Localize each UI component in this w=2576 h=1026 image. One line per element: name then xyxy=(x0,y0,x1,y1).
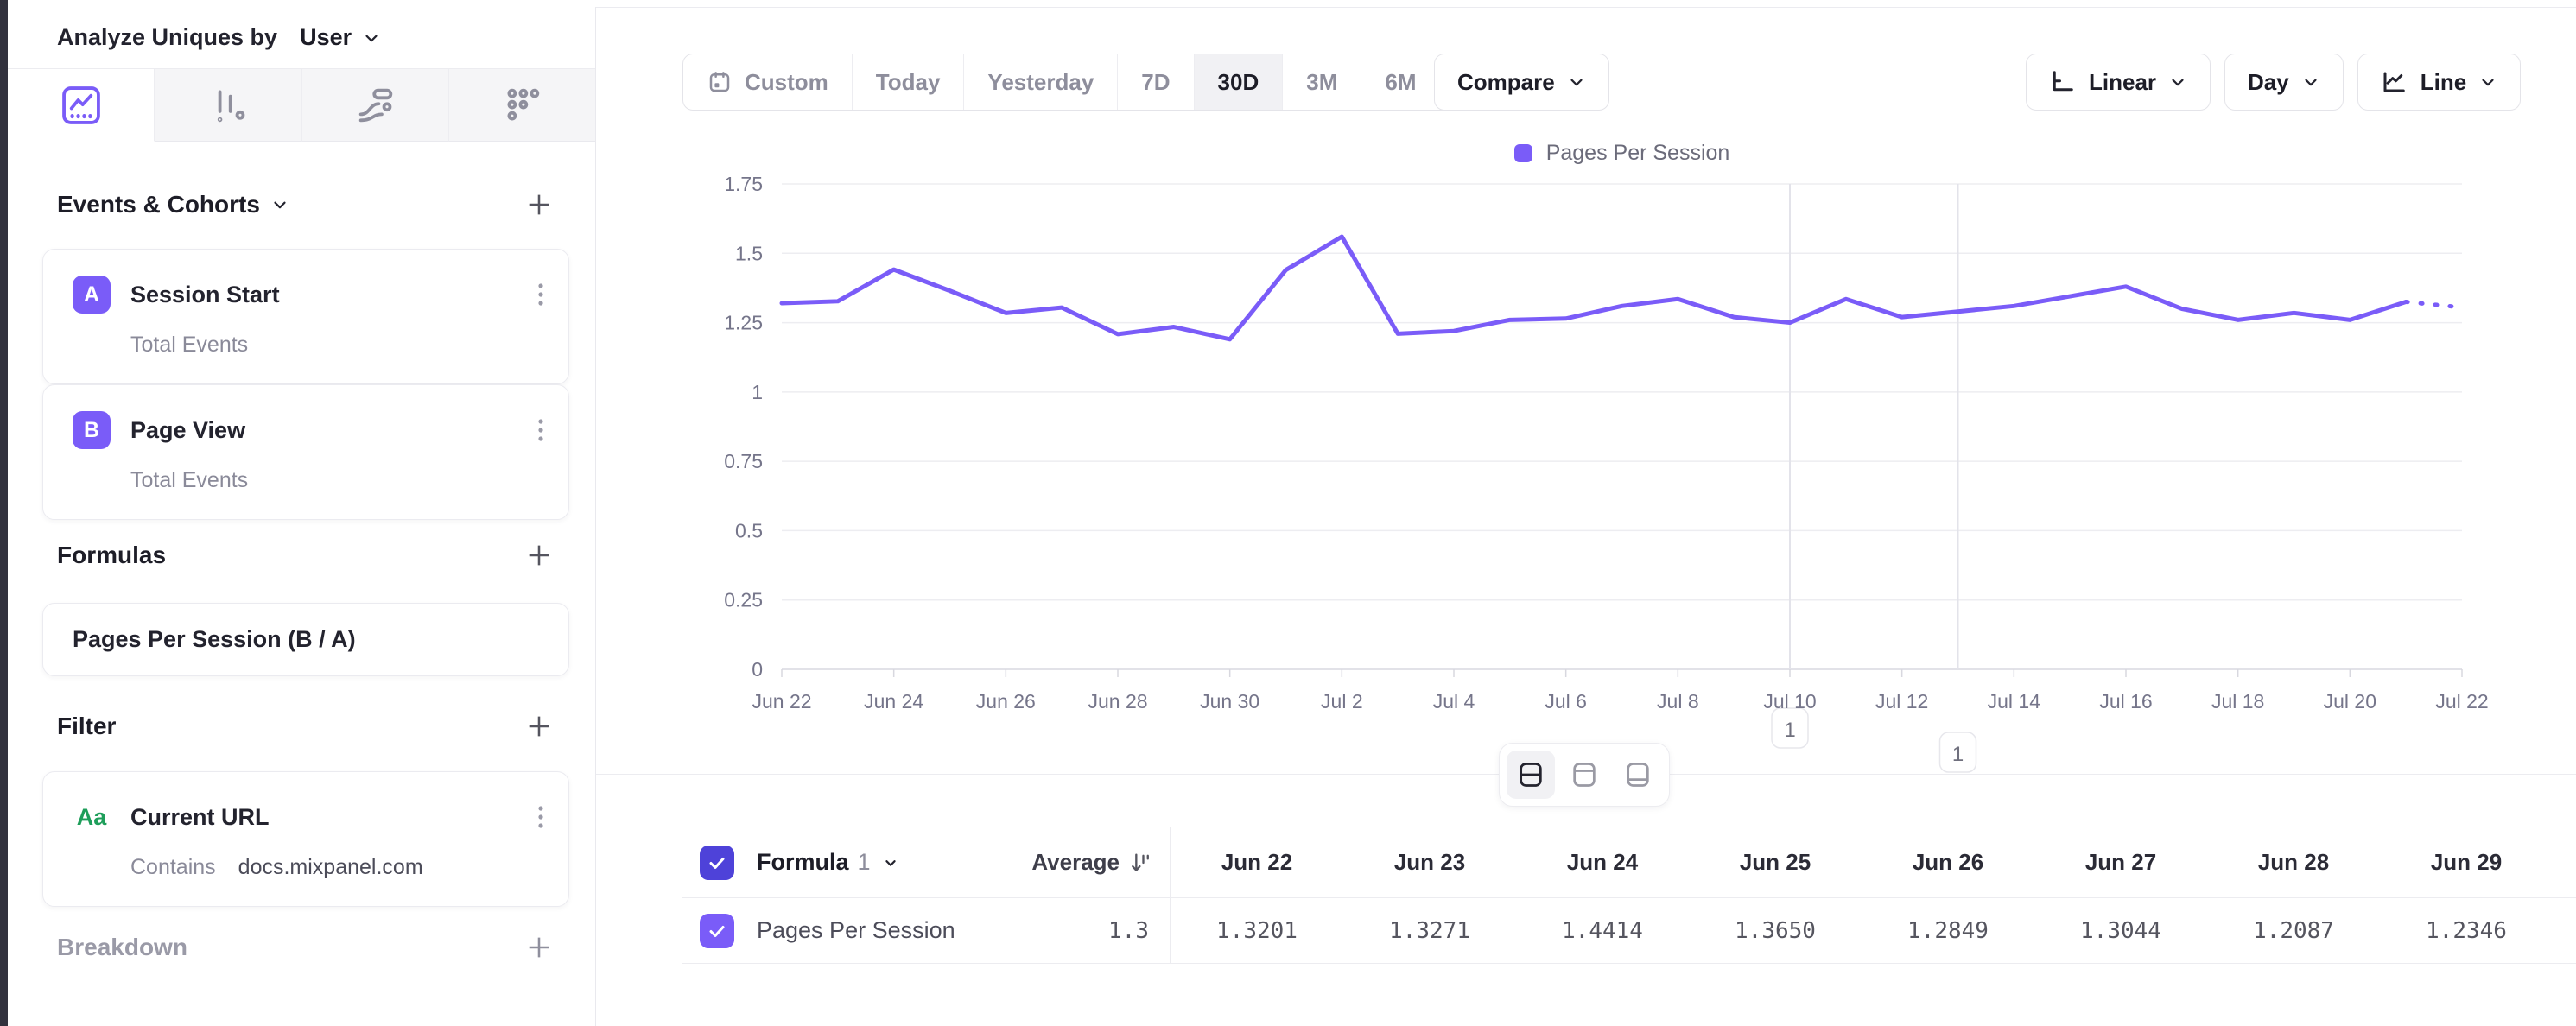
x-tick-label: Jul 22 xyxy=(2435,690,2488,712)
layout-table-only-button[interactable] xyxy=(1614,750,1662,799)
x-tick-label: Jun 22 xyxy=(752,690,811,712)
table-date-header[interactable]: Jun 27 xyxy=(2034,849,2207,876)
x-tick-label: Jun 26 xyxy=(976,690,1036,712)
x-tick-label: Jun 28 xyxy=(1088,690,1147,712)
breakdown-section-header: Breakdown xyxy=(57,933,554,962)
split-view-icon xyxy=(1516,760,1545,789)
check-icon xyxy=(707,852,727,873)
check-icon xyxy=(707,921,727,941)
breakdown-section-title: Breakdown xyxy=(57,934,187,961)
table-cell-value: 1.3650 xyxy=(1689,918,1862,944)
sort-icon xyxy=(1128,851,1152,875)
table-date-header[interactable]: Jun 26 xyxy=(1862,849,2034,876)
top-panel-icon xyxy=(1570,760,1599,789)
x-tick-label: Jul 20 xyxy=(2324,690,2376,712)
table-date-header[interactable]: Jun 25 xyxy=(1689,849,1862,876)
x-tick-label: Jul 8 xyxy=(1657,690,1699,712)
table-date-header[interactable]: Jun 23 xyxy=(1343,849,1516,876)
x-tick-label: Jul 4 xyxy=(1433,690,1475,712)
results-table: Formula1 Average Jun 22Jun 23Jun 24Jun 2… xyxy=(682,827,2576,964)
series-line-dashed xyxy=(2406,301,2462,307)
table-cell-value: 1.2849 xyxy=(1862,918,2034,944)
table-date-header[interactable]: Jun 28 xyxy=(2207,849,2380,876)
series-checkbox[interactable] xyxy=(700,914,734,948)
add-breakdown-icon[interactable] xyxy=(524,933,554,962)
layout-toggle-group xyxy=(1499,743,1670,807)
x-tick-label: Jul 18 xyxy=(2211,690,2264,712)
table-row-values: 1.32011.32711.44141.36501.28491.30441.20… xyxy=(1171,918,2576,944)
table-date-header[interactable]: Jun 29 xyxy=(2380,849,2553,876)
annotation-badge-count: 1 xyxy=(1784,719,1795,742)
table-cell-value: 1.2346 xyxy=(2380,918,2553,944)
layout-split-button[interactable] xyxy=(1507,750,1555,799)
x-tick-label: Jul 12 xyxy=(1875,690,1928,712)
mixpanel-insights-report: Analyze Uniques by User xyxy=(0,0,2576,1026)
annotation-badge-count: 1 xyxy=(1952,743,1964,766)
table-series-row: Pages Per Session 1.3 1.32011.32711.4414… xyxy=(682,898,2576,964)
x-tick-label: Jun 24 xyxy=(864,690,923,712)
table-cell-value: 1.3201 xyxy=(1171,918,1343,944)
x-tick-label: Jul 14 xyxy=(1988,690,2041,712)
table-cell-value: 1.2087 xyxy=(2207,918,2380,944)
y-tick-label: 1.5 xyxy=(735,242,763,264)
filter-value[interactable]: docs.mixpanel.com xyxy=(238,855,423,880)
x-tick-label: Jul 6 xyxy=(1545,690,1587,712)
select-all-checkbox[interactable] xyxy=(700,846,734,880)
x-tick-label: Jun 30 xyxy=(1200,690,1259,712)
average-column-header[interactable]: Average xyxy=(1031,849,1170,876)
y-tick-label: 1.75 xyxy=(724,173,763,195)
y-tick-label: 1 xyxy=(752,381,763,403)
y-tick-label: 1.25 xyxy=(724,312,763,334)
table-date-headers: Jun 22Jun 23Jun 24Jun 25Jun 26Jun 27Jun … xyxy=(1171,849,2576,876)
y-tick-label: 0 xyxy=(752,658,763,681)
y-tick-label: 0.5 xyxy=(735,519,763,542)
formula-column-header[interactable]: Formula1 xyxy=(757,849,871,876)
series-name[interactable]: Pages Per Session xyxy=(757,917,955,944)
line-chart[interactable]: 1.75 1.5 1.25 1 0.75 0.5 0.25 0 1 1 Jun 22 Jun 24 Ju… xyxy=(0,0,2576,820)
y-tick-label: 0.75 xyxy=(724,450,763,472)
filter-operator[interactable]: Contains xyxy=(130,855,216,880)
x-tick-label: Jul 2 xyxy=(1321,690,1363,712)
x-tick-label: Jul 16 xyxy=(2099,690,2152,712)
table-cell-value: 1.3271 xyxy=(1343,918,1516,944)
x-tick-label: Jul 10 xyxy=(1763,690,1816,712)
series-line[interactable] xyxy=(782,237,2406,339)
chevron-down-icon xyxy=(881,853,900,872)
table-date-header[interactable]: Jun 22 xyxy=(1171,849,1343,876)
bottom-panel-icon xyxy=(1623,760,1653,789)
y-tick-label: 0.25 xyxy=(724,589,763,611)
layout-chart-only-button[interactable] xyxy=(1560,750,1608,799)
table-date-header[interactable]: Jun 24 xyxy=(1516,849,1689,876)
series-average-value: 1.3 xyxy=(1108,918,1170,944)
table-cell-value: 1.3044 xyxy=(2034,918,2207,944)
table-cell-value: 1.4414 xyxy=(1516,918,1689,944)
table-header-row: Formula1 Average Jun 22Jun 23Jun 24Jun 2… xyxy=(682,827,2576,898)
